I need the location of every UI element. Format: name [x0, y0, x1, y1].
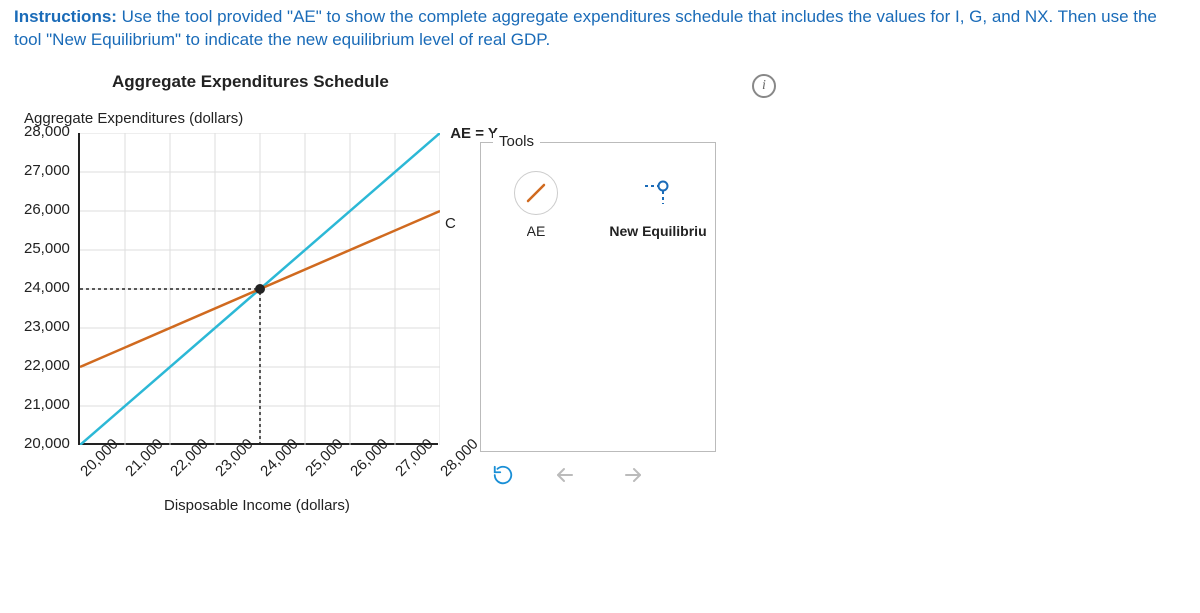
- line-tool-icon: [514, 171, 558, 215]
- y-axis-label: Aggregate Expenditures (dollars): [24, 110, 440, 127]
- tool-ae[interactable]: AE: [493, 171, 579, 239]
- undo-button[interactable]: [555, 463, 579, 487]
- info-button[interactable]: i: [752, 74, 776, 98]
- y-axis-ticks: 28,000 27,000 26,000 25,000 24,000 23,00…: [24, 133, 70, 445]
- tool-ae-label: AE: [527, 223, 546, 239]
- tool-new-eq-label: New Equilibriu: [609, 223, 706, 239]
- ae-equals-y-label: AE = Y: [450, 125, 498, 142]
- instructions-body: Use the tool provided "AE" to show the c…: [14, 7, 1157, 49]
- tools-panel: Tools AE New Equil: [480, 142, 716, 452]
- instructions-text: Instructions: Use the tool provided "AE"…: [14, 6, 1186, 52]
- chart-lines: [80, 133, 440, 445]
- tool-new-equilibrium[interactable]: New Equilibriu: [613, 171, 703, 239]
- c-series-label: C: [445, 215, 456, 232]
- info-icon: i: [762, 78, 766, 94]
- reset-button[interactable]: [491, 463, 515, 487]
- chart-plot[interactable]: AE = Y C: [78, 133, 438, 445]
- instructions-lead: Instructions:: [14, 7, 117, 26]
- redo-button[interactable]: [619, 463, 643, 487]
- chart-title: Aggregate Expenditures Schedule: [112, 72, 440, 92]
- point-tool-icon: [636, 171, 680, 215]
- tools-legend: Tools: [493, 133, 540, 150]
- x-axis-label: Disposable Income (dollars): [164, 497, 440, 514]
- x-tick: 28,000: [437, 435, 481, 479]
- x-axis-ticks: 20,000 21,000 22,000 23,000 24,000 25,00…: [80, 445, 440, 493]
- chart-area: Aggregate Expenditures Schedule Aggregat…: [14, 72, 440, 514]
